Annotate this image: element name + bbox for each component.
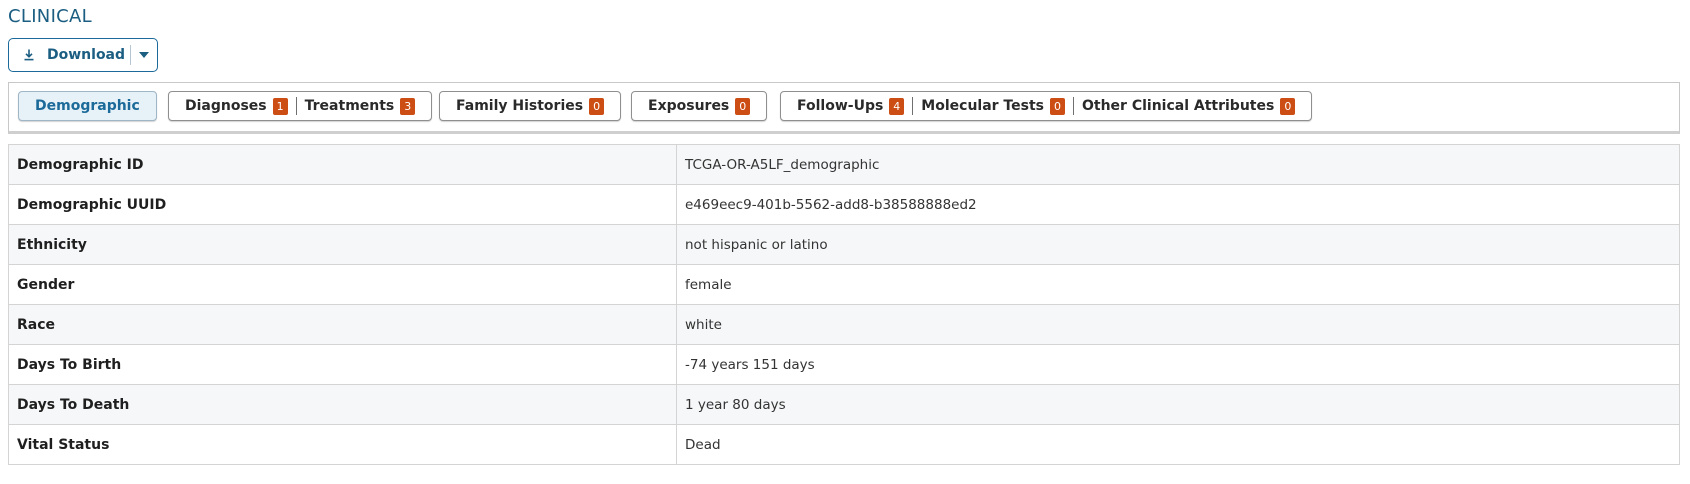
table-row: Days To Death 1 year 80 days <box>8 384 1680 425</box>
tab-diagnoses[interactable]: Diagnoses 1 <box>169 92 296 120</box>
count-badge: 0 <box>735 97 751 115</box>
count-badge: 4 <box>889 97 905 115</box>
row-key: Days To Birth <box>8 344 677 385</box>
tab-follow-ups[interactable]: Follow-Ups 4 <box>781 92 912 120</box>
row-key: Race <box>8 304 677 345</box>
tab-label: Molecular Tests <box>921 98 1044 114</box>
count-badge: 0 <box>1049 97 1065 115</box>
row-key: Gender <box>8 264 677 305</box>
tab-molecular-tests[interactable]: Molecular Tests 0 <box>913 92 1073 120</box>
tab-treatments[interactable]: Treatments 3 <box>297 92 432 120</box>
chevron-down-icon <box>139 52 149 58</box>
section-title: CLINICAL <box>8 6 92 27</box>
row-key: Vital Status <box>8 424 677 465</box>
row-value: white <box>676 304 1680 345</box>
row-key: Ethnicity <box>8 224 677 265</box>
row-value: -74 years 151 days <box>676 344 1680 385</box>
table-row: Ethnicity not hispanic or latino <box>8 224 1680 265</box>
tab-label: Treatments <box>304 98 395 114</box>
tab-family-histories[interactable]: Family Histories 0 <box>440 92 620 120</box>
tab-exposures[interactable]: Exposures 0 <box>632 92 766 120</box>
count-badge: 3 <box>400 97 416 115</box>
tab-group-exposures: Exposures 0 <box>631 91 768 121</box>
tab-group-followups-molecular-other: Follow-Ups 4 Molecular Tests 0 Other Cli… <box>780 91 1313 121</box>
tab-demographic[interactable]: Demographic <box>19 92 156 120</box>
count-badge: 1 <box>272 97 288 115</box>
download-button[interactable]: Download <box>8 38 158 72</box>
table-row: Vital Status Dead <box>8 424 1680 465</box>
tab-label: Family Histories <box>456 98 584 114</box>
table-row: Race white <box>8 304 1680 345</box>
row-value: not hispanic or latino <box>676 224 1680 265</box>
demographic-table: Demographic ID TCGA-OR-A5LF_demographic … <box>8 144 1680 465</box>
tab-group-diagnoses-treatments: Diagnoses 1 Treatments 3 <box>168 91 433 121</box>
table-row: Demographic UUID e469eec9-401b-5562-add8… <box>8 184 1680 225</box>
row-value: Dead <box>676 424 1680 465</box>
tab-label: Demographic <box>35 98 140 114</box>
tab-label: Follow-Ups <box>797 98 884 114</box>
row-key: Demographic ID <box>8 144 677 185</box>
row-key: Demographic UUID <box>8 184 677 225</box>
download-icon <box>24 49 34 61</box>
count-badge: 0 <box>1280 97 1296 115</box>
download-dropdown-toggle[interactable] <box>131 39 157 71</box>
row-value: e469eec9-401b-5562-add8-b38588888ed2 <box>676 184 1680 225</box>
tab-group-family-histories: Family Histories 0 <box>439 91 622 121</box>
table-row: Days To Birth -74 years 151 days <box>8 344 1680 385</box>
row-key: Days To Death <box>8 384 677 425</box>
tab-label: Diagnoses <box>185 98 267 114</box>
tab-label: Exposures <box>648 98 730 114</box>
download-main-action[interactable]: Download <box>9 39 130 71</box>
tab-label: Other Clinical Attributes <box>1081 98 1275 114</box>
tab-other-clinical-attributes[interactable]: Other Clinical Attributes 0 <box>1074 92 1311 120</box>
table-row: Gender female <box>8 264 1680 305</box>
row-value: TCGA-OR-A5LF_demographic <box>676 144 1680 185</box>
count-badge: 0 <box>589 97 605 115</box>
download-label: Download <box>47 47 126 63</box>
row-value: 1 year 80 days <box>676 384 1680 425</box>
table-row: Demographic ID TCGA-OR-A5LF_demographic <box>8 144 1680 185</box>
clinical-tabs-panel: Demographic Diagnoses 1 Treatments 3 Fam… <box>8 82 1680 134</box>
row-value: female <box>676 264 1680 305</box>
tab-group-demographic: Demographic <box>18 91 157 121</box>
